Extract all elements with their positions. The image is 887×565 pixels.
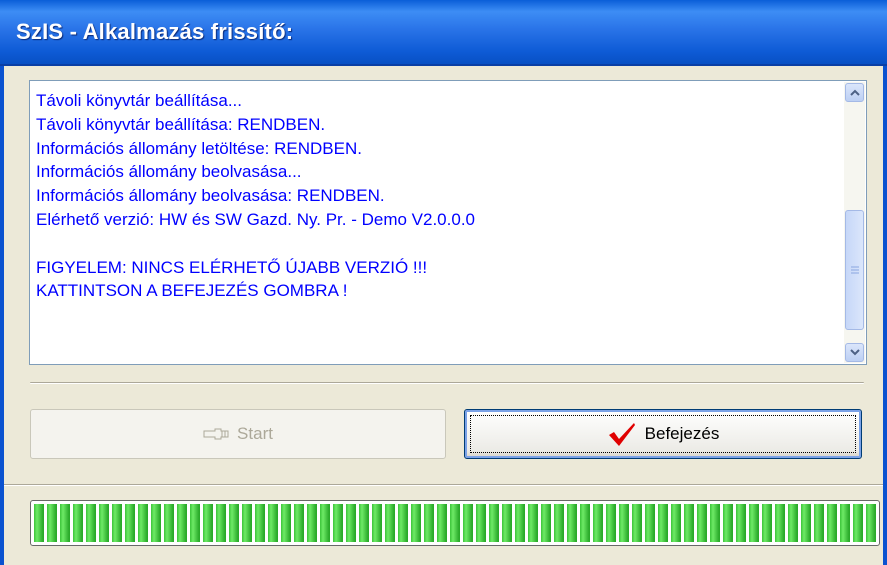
- scroll-thumb[interactable]: [845, 210, 864, 330]
- log-line: Távoli könyvtár beállítása...: [36, 91, 242, 110]
- log-line: Elérhető verzió: HW és SW Gazd. Ny. Pr. …: [36, 209, 475, 229]
- title-bar[interactable]: SzIS - Alkalmazás frissítő:: [0, 0, 887, 66]
- hand-pointer-icon: [203, 428, 229, 440]
- progress-fill: [34, 504, 876, 542]
- chevron-down-icon: [849, 349, 860, 356]
- window-frame-left: [0, 66, 4, 565]
- progress-bar: [30, 500, 880, 546]
- log-line: KATTINTSON A BEFEJEZÉS GOMBRA !: [36, 281, 348, 301]
- window-title: SzIS - Alkalmazás frissítő:: [16, 19, 294, 44]
- chevron-up-icon: [849, 89, 860, 96]
- log-textbox[interactable]: Távoli könyvtár beállítása... Távoli kön…: [29, 80, 867, 365]
- separator: [4, 484, 883, 486]
- log-line: Információs állomány beolvasása...: [36, 162, 302, 182]
- finish-button[interactable]: Befejezés: [464, 409, 862, 459]
- window-frame-right: [883, 66, 887, 565]
- log-text: Távoli könyvtár beállítása... Távoli kön…: [36, 89, 836, 303]
- start-label: Start: [237, 424, 273, 443]
- scroll-down-button[interactable]: [845, 343, 864, 362]
- log-line: Távoli könyvtár beállítása: RENDBEN.: [36, 114, 326, 134]
- log-line: Információs állomány letöltése: RENDBEN.: [36, 138, 362, 158]
- separator: [30, 382, 864, 384]
- log-line: FIGYELEM: NINCS ELÉRHETŐ ÚJABB VERZIÓ !!…: [36, 257, 428, 277]
- log-line: Információs állomány beolvasása: RENDBEN…: [36, 186, 385, 206]
- grip-icon: [850, 266, 859, 274]
- scroll-up-button[interactable]: [845, 83, 864, 102]
- start-button[interactable]: Start: [30, 409, 446, 459]
- vertical-scrollbar[interactable]: [844, 82, 865, 363]
- focus-rectangle: [470, 415, 856, 453]
